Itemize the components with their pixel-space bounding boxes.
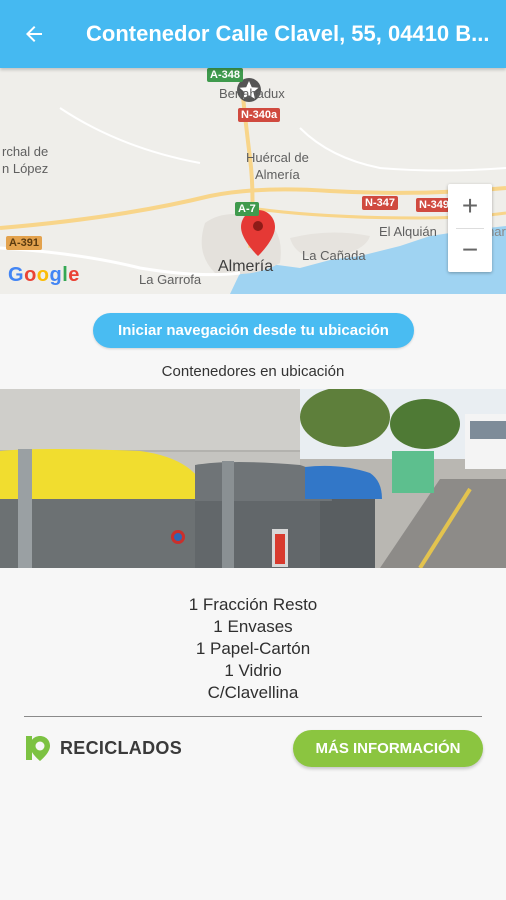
detail-line-papel-carton: 1 Papel-Cartón <box>195 639 311 658</box>
zoom-out-button[interactable]: − <box>448 228 492 272</box>
section-divider <box>24 716 482 717</box>
detail-line-resto: 1 Fracción Resto <box>188 595 318 614</box>
map-label-el-alquian: El Alquián <box>379 224 437 239</box>
google-logo: Google <box>8 264 80 286</box>
map-label-orchal-1: rchal de <box>2 144 49 159</box>
app-bar: Contenedor Calle Clavel, 55, 04410 B... <box>0 0 506 68</box>
map-view[interactable]: A-348 Benahadux N-340a rchal de n López … <box>0 68 506 294</box>
detail-line-vidrio: 1 Vidrio <box>224 661 282 680</box>
map-label-la-garrofa: La Garrofa <box>139 272 202 287</box>
recycling-pin-icon <box>26 736 50 761</box>
road-shield-a391: A-391 <box>6 236 42 250</box>
containers-caption: Contenedores en ubicación <box>161 363 345 380</box>
back-button[interactable] <box>0 0 68 68</box>
brand-name: RECICLADOS <box>60 737 183 758</box>
map-label-la-canada: La Cañada <box>302 248 366 263</box>
more-info-button[interactable]: MÁS INFORMACIÓN <box>293 730 483 767</box>
start-navigation-button[interactable]: Iniciar navegación desde tu ubicación <box>93 313 414 348</box>
road-shield-a348: A-348 <box>207 68 243 82</box>
road-shield-n349: N-349 <box>416 198 452 212</box>
zoom-in-button[interactable]: + <box>448 184 492 228</box>
brand-logo: RECICLADOS <box>24 733 182 763</box>
detail-line-street: C/Clavellina <box>207 683 299 702</box>
road-shield-n347: N-347 <box>362 196 398 210</box>
map-label-orchal-2: n López <box>2 161 49 176</box>
map-label-huercal-2: Almería <box>255 167 300 182</box>
back-arrow-icon <box>26 26 42 42</box>
zoom-controls: + − <box>448 184 492 272</box>
road-shield-a7: A-7 <box>235 202 259 216</box>
map-label-almeria: Almería <box>218 258 274 275</box>
container-details: 1 Fracción Resto 1 Envases 1 Papel-Cartó… <box>0 594 506 704</box>
map-label-benahadux: Benahadux <box>219 86 285 101</box>
page-title: Contenedor Calle Clavel, 55, 04410 B... <box>86 21 490 46</box>
detail-line-envases: 1 Envases <box>213 617 293 636</box>
road-shield-n340a: N-340a <box>238 108 281 122</box>
map-label-huercal-1: Huércal de <box>246 150 309 165</box>
containers-photo <box>0 389 506 568</box>
zoom-divider <box>456 228 484 229</box>
